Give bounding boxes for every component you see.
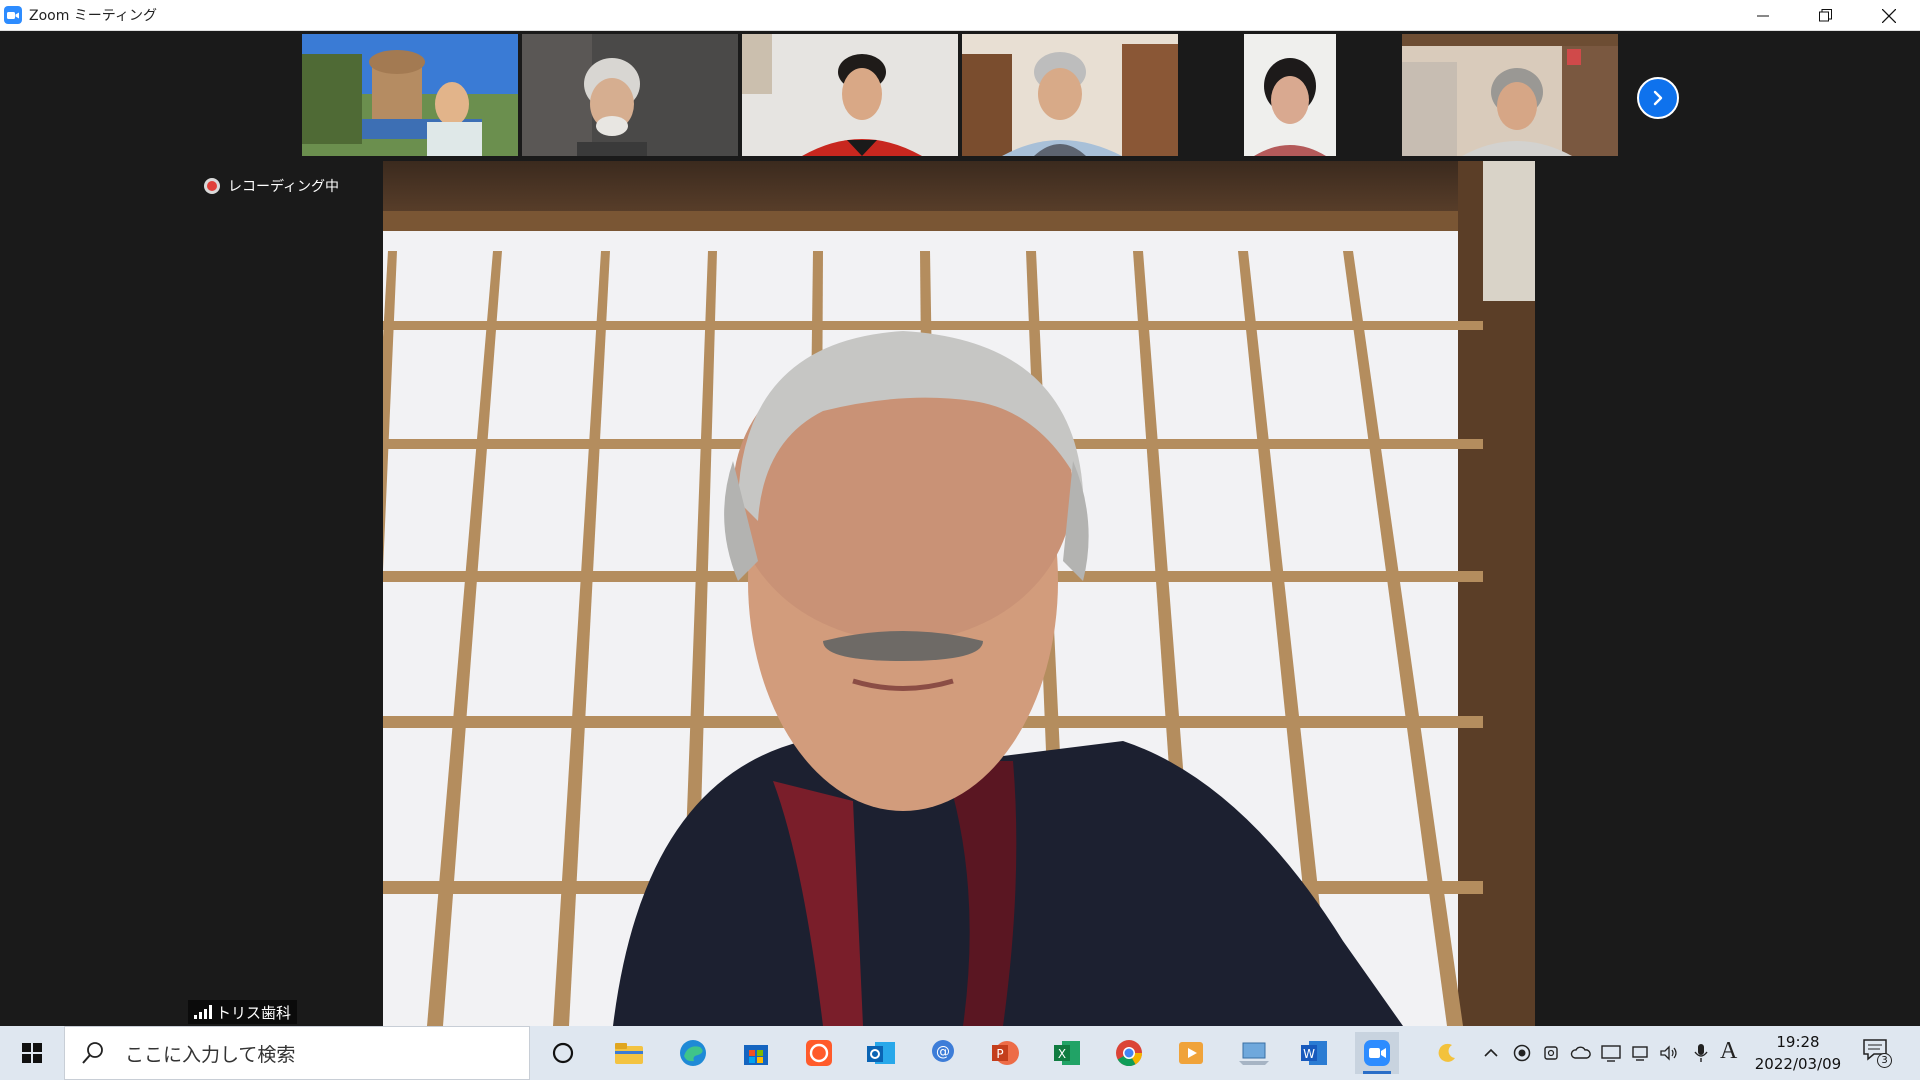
- title-bar: Zoom ミーティング: [0, 0, 1920, 31]
- taskbar-app-orange[interactable]: [797, 1032, 841, 1074]
- taskbar-clock[interactable]: 19:28 2022/03/09: [1748, 1031, 1848, 1075]
- restore-button[interactable]: [1794, 0, 1857, 31]
- taskbar-app-outlook[interactable]: [859, 1032, 903, 1074]
- close-button[interactable]: [1857, 0, 1920, 31]
- media-player-icon: [1179, 1042, 1203, 1064]
- taskbar-app-media-player[interactable]: [1169, 1032, 1213, 1074]
- participant-video: [1244, 34, 1336, 156]
- svg-text:P: P: [996, 1047, 1003, 1061]
- zoom-app-icon: [4, 6, 22, 24]
- participant-thumbnail-strip: [0, 34, 1920, 159]
- participant-video: [302, 34, 518, 156]
- signal-strength-icon: [194, 1005, 212, 1019]
- participant-video: [742, 34, 958, 156]
- start-button[interactable]: [0, 1026, 64, 1080]
- taskbar-app-word[interactable]: W: [1292, 1032, 1336, 1074]
- speaker-name: トリス歯科: [216, 1003, 292, 1022]
- search-icon: [82, 1042, 103, 1064]
- shoji-background: [383, 161, 1535, 1026]
- laptop-icon: [1239, 1042, 1269, 1065]
- minimize-icon: [1756, 15, 1769, 16]
- night-light-icon[interactable]: [1436, 1040, 1458, 1066]
- taskbar-app-chrome[interactable]: [1107, 1032, 1151, 1074]
- word-icon: W: [1301, 1041, 1327, 1065]
- zoom-icon: [1364, 1040, 1390, 1066]
- onedrive-cloud-icon[interactable]: [1570, 1040, 1592, 1066]
- ime-mode-indicator[interactable]: A: [1720, 1038, 1737, 1065]
- participant-thumbnail[interactable]: [1402, 34, 1618, 156]
- clock-date: 2022/03/09: [1754, 1055, 1842, 1073]
- taskbar-app-powerpoint[interactable]: P: [983, 1032, 1027, 1074]
- chrome-icon: [1116, 1040, 1143, 1067]
- svg-text:W: W: [1303, 1047, 1315, 1061]
- action-center-button[interactable]: 3: [1862, 1038, 1892, 1068]
- window-controls: [1731, 0, 1920, 31]
- show-hidden-icons-chevron-icon[interactable]: [1480, 1040, 1502, 1066]
- window-title: Zoom ミーティング: [29, 8, 157, 24]
- cortana-icon: [552, 1042, 574, 1064]
- participant-thumbnail[interactable]: [742, 34, 958, 156]
- participant-video: [1402, 34, 1618, 156]
- participant-thumbnail[interactable]: [522, 34, 738, 156]
- taskbar-search-box[interactable]: ここに入力して検索: [64, 1026, 530, 1080]
- outlook-icon: [867, 1042, 895, 1064]
- clock-time: 19:28: [1776, 1033, 1820, 1051]
- cortana-button[interactable]: [541, 1032, 585, 1074]
- speaker-name-tag: トリス歯科: [188, 1000, 298, 1024]
- edge-icon: [680, 1040, 706, 1066]
- active-speaker-video: [383, 161, 1535, 1026]
- taskbar-app-laptop[interactable]: [1232, 1032, 1276, 1074]
- tray-camera-icon[interactable]: [1540, 1040, 1562, 1066]
- taskbar-app-excel[interactable]: X: [1045, 1032, 1089, 1074]
- app-orange-icon: [806, 1040, 832, 1066]
- tray-record-icon[interactable]: [1511, 1040, 1533, 1066]
- mail-menu-icon: @: [932, 1040, 954, 1062]
- close-icon: [1881, 8, 1896, 23]
- recording-dot-icon: [204, 178, 220, 194]
- taskbar-app-edge[interactable]: [671, 1032, 715, 1074]
- notification-count-badge: 3: [1877, 1053, 1892, 1068]
- taskbar-app-zoom[interactable]: [1355, 1032, 1399, 1074]
- participant-thumbnail[interactable]: [302, 34, 518, 156]
- recording-indicator: レコーディング中: [204, 176, 339, 196]
- taskbar-app-store[interactable]: [734, 1032, 778, 1074]
- chevron-right-icon: [1653, 90, 1663, 106]
- excel-icon: X: [1054, 1041, 1080, 1065]
- participant-thumbnail[interactable]: [1244, 34, 1336, 156]
- network-icon[interactable]: [1630, 1040, 1652, 1066]
- meeting-area: レコーディング中 トリス歯科: [0, 31, 1920, 1026]
- participant-thumbnail[interactable]: [962, 34, 1178, 156]
- svg-text:X: X: [1058, 1047, 1066, 1061]
- restore-icon: [1819, 9, 1832, 22]
- next-page-button[interactable]: [1637, 77, 1679, 119]
- participant-video: [962, 34, 1178, 156]
- minimize-button[interactable]: [1731, 0, 1794, 31]
- powerpoint-icon: P: [992, 1041, 1019, 1065]
- store-icon: [744, 1045, 768, 1065]
- taskbar-app-mail-menu[interactable]: @: [921, 1032, 965, 1074]
- folder-icon: [615, 1043, 643, 1064]
- participant-video: [522, 34, 738, 156]
- search-placeholder: ここに入力して検索: [125, 1043, 296, 1066]
- volume-icon[interactable]: [1658, 1040, 1680, 1066]
- recording-label: レコーディング中: [228, 179, 340, 195]
- tray-display-icon[interactable]: [1600, 1040, 1622, 1066]
- taskbar-app-file-explorer[interactable]: [607, 1032, 651, 1074]
- microphone-icon[interactable]: [1690, 1040, 1712, 1066]
- svg-text:@: @: [936, 1044, 950, 1060]
- windows-icon: [22, 1043, 42, 1063]
